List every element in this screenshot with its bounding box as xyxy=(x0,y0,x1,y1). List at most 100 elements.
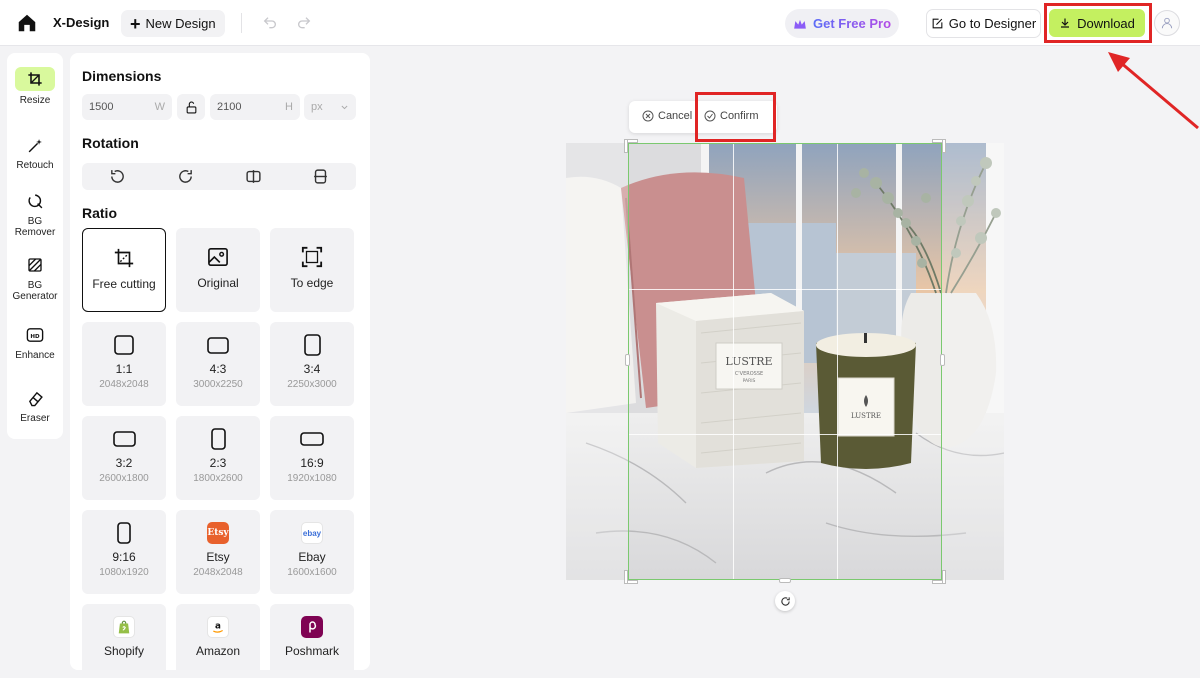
chevron-down-icon xyxy=(341,105,348,109)
ratio-size: 1920x1080 xyxy=(287,473,337,484)
rotate-handle[interactable] xyxy=(775,591,795,611)
ratio-label: 1:1 xyxy=(115,362,133,376)
ratio-original[interactable]: Original xyxy=(176,228,260,312)
ratio-poshmark[interactable]: Poshmark xyxy=(270,604,354,670)
portrait-ratio-icon xyxy=(303,334,321,356)
new-design-label: New Design xyxy=(145,16,216,31)
aspect-lock-button[interactable] xyxy=(177,94,205,120)
unit-select[interactable]: px xyxy=(304,94,356,120)
crop-handle-top-left[interactable] xyxy=(624,139,628,153)
shopify-logo-wrap xyxy=(113,616,135,638)
rail-item-bg-remover[interactable]: BG Remover xyxy=(7,191,63,238)
crop-handle-right[interactable] xyxy=(940,354,945,366)
ratio-label: Free cutting xyxy=(92,277,156,291)
etsy-logo-icon: Etsy xyxy=(207,522,229,544)
ratio-to-edge[interactable]: To edge xyxy=(270,228,354,312)
crop-grid-line xyxy=(837,144,838,579)
crown-icon xyxy=(794,19,806,29)
height-value: 2100 xyxy=(217,101,242,113)
confirm-highlight-box xyxy=(695,92,776,142)
annotation-arrow xyxy=(1108,52,1199,130)
rotate-left-icon[interactable] xyxy=(109,168,126,185)
undo-icon[interactable] xyxy=(262,15,278,31)
shopify-logo-icon xyxy=(113,616,135,638)
ratio-label: Amazon xyxy=(195,644,241,658)
ratio-etsy[interactable]: Etsy Etsy 2048x2048 xyxy=(176,510,260,594)
svg-text:a: a xyxy=(215,622,221,632)
ratio-label: 9:16 xyxy=(112,550,136,564)
rail-item-enhance[interactable]: HD Enhance xyxy=(7,325,63,361)
home-icon[interactable] xyxy=(16,12,38,34)
crop-handle-bottom-right[interactable] xyxy=(942,570,946,584)
ratio-16-9[interactable]: 16:9 1920x1080 xyxy=(270,416,354,500)
rail-item-eraser[interactable]: Eraser xyxy=(7,388,63,424)
crop-handle-bottom-left[interactable] xyxy=(624,570,628,584)
poshmark-logo-wrap xyxy=(301,616,323,638)
rotation-controls xyxy=(82,163,356,190)
avatar[interactable] xyxy=(1154,10,1180,36)
ratio-amazon[interactable]: a Amazon xyxy=(176,604,260,670)
free-cutting-icon xyxy=(113,247,135,269)
get-free-pro-button[interactable]: Get Free Pro xyxy=(785,9,899,38)
ratio-ebay[interactable]: ebay Ebay 1600x1600 xyxy=(270,510,354,594)
amazon-logo-icon: a xyxy=(207,616,229,638)
etsy-logo-wrap: Etsy xyxy=(207,522,229,544)
ebay-logo-wrap: ebay xyxy=(301,522,323,544)
landscape-ratio-icon xyxy=(207,334,229,356)
ratio-title: Ratio xyxy=(82,205,117,221)
plus-icon: + xyxy=(130,13,141,34)
rail-item-label: Resize xyxy=(19,95,51,106)
rail-item-label: Eraser xyxy=(20,413,50,424)
rotate-icon xyxy=(780,596,790,606)
go-to-designer-button[interactable]: Go to Designer xyxy=(926,9,1041,38)
rail-item-label: BG Generator xyxy=(12,280,58,302)
rail-item-resize[interactable]: Resize xyxy=(7,67,63,106)
amazon-logo-wrap: a xyxy=(207,616,229,638)
ratio-9-16[interactable]: 9:16 1080x1920 xyxy=(82,510,166,594)
rail-item-retouch[interactable]: Retouch xyxy=(7,135,63,171)
dimensions-title: Dimensions xyxy=(82,68,162,84)
bg-generator-icon xyxy=(25,255,45,275)
rail-item-bg-generator[interactable]: BG Generator xyxy=(7,255,63,302)
ratio-label: Shopify xyxy=(103,644,145,658)
crop-grid-line xyxy=(629,289,941,290)
ratio-free-cutting[interactable]: Free cutting xyxy=(82,228,166,312)
flip-vertical-icon[interactable] xyxy=(312,168,329,185)
ratio-size: 3000x2250 xyxy=(193,379,243,390)
ratio-label: Ebay xyxy=(298,550,326,564)
crop-mask-right xyxy=(942,143,1004,580)
rotate-right-icon[interactable] xyxy=(177,168,194,185)
ratio-size: 2048x2048 xyxy=(193,567,243,578)
top-bar: X-Design + New Design Get Free Pro Go to… xyxy=(0,0,1200,46)
flip-horizontal-icon[interactable] xyxy=(245,168,262,185)
hd-icon: HD xyxy=(25,325,45,345)
ratio-label: Poshmark xyxy=(284,644,340,658)
ratio-3-2[interactable]: 3:2 2600x1800 xyxy=(82,416,166,500)
ratio-2-3[interactable]: 2:3 1800x2600 xyxy=(176,416,260,500)
redo-icon[interactable] xyxy=(296,15,312,31)
new-design-button[interactable]: + New Design xyxy=(121,10,225,37)
landscape-ratio-icon xyxy=(112,428,136,450)
unit-value: px xyxy=(311,101,323,113)
crop-grid-line xyxy=(733,144,734,579)
crop-handle-bottom[interactable] xyxy=(779,578,791,583)
ratio-size: 2250x3000 xyxy=(287,379,337,390)
ratio-size: 1600x1600 xyxy=(287,567,337,578)
ratio-1-1[interactable]: 1:1 2048x2048 xyxy=(82,322,166,406)
height-unit: H xyxy=(285,101,293,113)
crop-handle-top-right[interactable] xyxy=(942,139,946,153)
ratio-4-3[interactable]: 4:3 3000x2250 xyxy=(176,322,260,406)
crop-frame[interactable] xyxy=(628,143,942,580)
close-circle-icon xyxy=(642,110,654,122)
ratio-3-4[interactable]: 3:4 2250x3000 xyxy=(270,322,354,406)
crop-handle-left[interactable] xyxy=(625,354,630,366)
ratio-label: Original xyxy=(197,276,239,290)
tall-ratio-icon xyxy=(117,522,131,544)
height-input[interactable]: 2100 H xyxy=(210,94,300,120)
ratio-shopify[interactable]: Shopify xyxy=(82,604,166,670)
rail-item-label: Enhance xyxy=(15,350,55,361)
ratio-size: 1080x1920 xyxy=(99,567,149,578)
user-icon xyxy=(1161,17,1173,29)
width-input[interactable]: 1500 W xyxy=(82,94,172,120)
cancel-crop-button[interactable]: Cancel xyxy=(642,110,692,122)
